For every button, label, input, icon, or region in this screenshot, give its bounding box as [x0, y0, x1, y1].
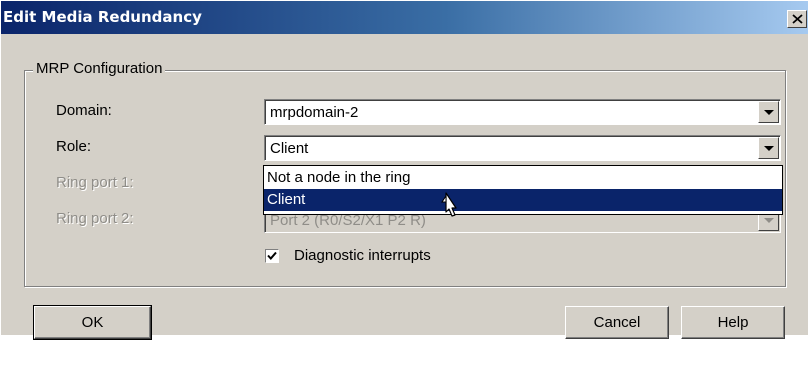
diagnostic-interrupts-checkbox[interactable] — [265, 249, 279, 263]
close-icon — [792, 14, 803, 24]
close-button[interactable] — [787, 10, 807, 28]
title-bar[interactable]: Edit Media Redundancy — [1, 1, 808, 34]
checkmark-icon — [267, 251, 277, 260]
role-option-not-in-ring[interactable]: Not a node in the ring — [264, 167, 782, 189]
cancel-button[interactable]: Cancel — [565, 306, 669, 339]
domain-dropdown-button[interactable] — [758, 101, 779, 123]
role-dropdown-list: Not a node in the ring Client — [263, 165, 783, 215]
domain-select[interactable]: mrpdomain-2 — [264, 99, 781, 125]
chevron-down-icon — [764, 110, 774, 115]
group-legend: MRP Configuration — [33, 60, 166, 77]
mouse-pointer-icon — [441, 192, 457, 217]
dialog-title: Edit Media Redundancy — [3, 8, 202, 26]
role-select[interactable]: Client — [264, 135, 781, 161]
ok-button[interactable]: OK — [33, 305, 152, 340]
chevron-down-icon — [764, 146, 774, 151]
chevron-down-icon — [764, 218, 774, 223]
role-label: Role: — [56, 138, 92, 155]
role-dropdown-button[interactable] — [758, 137, 779, 159]
role-option-client[interactable]: Client — [264, 189, 782, 211]
ring-port-1-label: Ring port 1: — [56, 174, 134, 191]
domain-label: Domain: — [56, 102, 112, 119]
ring-port-2-label: Ring port 2: — [56, 210, 134, 227]
edit-media-redundancy-dialog: Edit Media Redundancy MRP Configuration … — [0, 0, 808, 340]
domain-value: mrpdomain-2 — [270, 104, 359, 121]
help-button[interactable]: Help — [681, 306, 785, 339]
diagnostic-interrupts-label[interactable]: Diagnostic interrupts — [294, 247, 431, 264]
role-value: Client — [270, 140, 309, 157]
